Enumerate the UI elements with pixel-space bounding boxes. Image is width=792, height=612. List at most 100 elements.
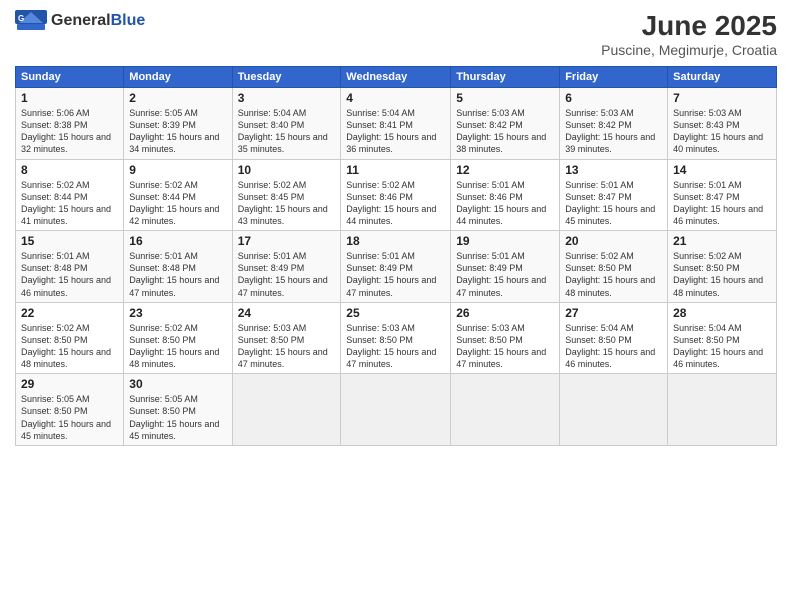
- day-number: 2: [129, 91, 226, 105]
- col-wednesday: Wednesday: [341, 67, 451, 88]
- table-row: 10 Sunrise: 5:02 AMSunset: 8:45 PMDayligh…: [232, 159, 341, 231]
- table-row: 6 Sunrise: 5:03 AMSunset: 8:42 PMDaylight…: [560, 88, 668, 160]
- col-thursday: Thursday: [451, 67, 560, 88]
- day-number: 10: [238, 163, 336, 177]
- logo-blue: Blue: [111, 12, 146, 29]
- table-row: 3 Sunrise: 5:04 AMSunset: 8:40 PMDaylight…: [232, 88, 341, 160]
- table-row: 7Sunrise: 5:03 AMSunset: 8:43 PMDaylight…: [668, 88, 777, 160]
- day-number: 25: [346, 306, 445, 320]
- day-number: 5: [456, 91, 554, 105]
- day-info: Sunrise: 5:02 AMSunset: 8:44 PMDaylight:…: [21, 179, 118, 228]
- title-block: June 2025 Puscine, Megimurje, Croatia: [601, 10, 777, 58]
- day-number: 30: [129, 377, 226, 391]
- day-number: 28: [673, 306, 771, 320]
- day-info: Sunrise: 5:03 AMSunset: 8:50 PMDaylight:…: [346, 322, 445, 371]
- day-info: Sunrise: 5:02 AMSunset: 8:45 PMDaylight:…: [238, 179, 336, 228]
- svg-text:G: G: [18, 14, 24, 23]
- day-info: Sunrise: 5:01 AMSunset: 8:48 PMDaylight:…: [129, 250, 226, 299]
- col-saturday: Saturday: [668, 67, 777, 88]
- logo-general: General: [51, 12, 111, 29]
- day-number: 18: [346, 234, 445, 248]
- table-row: 22 Sunrise: 5:02 AMSunset: 8:50 PMDayligh…: [16, 302, 124, 374]
- day-number: 26: [456, 306, 554, 320]
- table-row: 28 Sunrise: 5:04 AMSunset: 8:50 PMDayligh…: [668, 302, 777, 374]
- table-row: 13 Sunrise: 5:01 AMSunset: 8:47 PMDayligh…: [560, 159, 668, 231]
- day-info: Sunrise: 5:06 AMSunset: 8:38 PMDaylight:…: [21, 107, 118, 156]
- calendar-subtitle: Puscine, Megimurje, Croatia: [601, 42, 777, 58]
- table-row: 19 Sunrise: 5:01 AMSunset: 8:49 PMDayligh…: [451, 231, 560, 303]
- day-number: 3: [238, 91, 336, 105]
- table-row: [232, 374, 341, 446]
- table-row: 8 Sunrise: 5:02 AMSunset: 8:44 PMDaylight…: [16, 159, 124, 231]
- table-row: 30 Sunrise: 5:05 AMSunset: 8:50 PMDayligh…: [124, 374, 232, 446]
- table-row: 27 Sunrise: 5:04 AMSunset: 8:50 PMDayligh…: [560, 302, 668, 374]
- day-number: 17: [238, 234, 336, 248]
- day-info: Sunrise: 5:03 AMSunset: 8:42 PMDaylight:…: [456, 107, 554, 156]
- day-info: Sunrise: 5:02 AMSunset: 8:50 PMDaylight:…: [129, 322, 226, 371]
- day-info: Sunrise: 5:05 AMSunset: 8:39 PMDaylight:…: [129, 107, 226, 156]
- table-row: 20 Sunrise: 5:02 AMSunset: 8:50 PMDayligh…: [560, 231, 668, 303]
- table-row: 16 Sunrise: 5:01 AMSunset: 8:48 PMDayligh…: [124, 231, 232, 303]
- table-row: [341, 374, 451, 446]
- day-number: 19: [456, 234, 554, 248]
- day-number: 22: [21, 306, 118, 320]
- day-number: 12: [456, 163, 554, 177]
- day-info: Sunrise: 5:04 AMSunset: 8:41 PMDaylight:…: [346, 107, 445, 156]
- table-row: 14 Sunrise: 5:01 AMSunset: 8:47 PMDayligh…: [668, 159, 777, 231]
- day-number: 9: [129, 163, 226, 177]
- day-number: 1: [21, 91, 118, 105]
- table-row: [668, 374, 777, 446]
- day-info: Sunrise: 5:04 AMSunset: 8:40 PMDaylight:…: [238, 107, 336, 156]
- table-row: 25 Sunrise: 5:03 AMSunset: 8:50 PMDayligh…: [341, 302, 451, 374]
- day-info: Sunrise: 5:05 AMSunset: 8:50 PMDaylight:…: [21, 393, 118, 442]
- day-info: Sunrise: 5:02 AMSunset: 8:46 PMDaylight:…: [346, 179, 445, 228]
- day-number: 8: [21, 163, 118, 177]
- day-number: 15: [21, 234, 118, 248]
- day-number: 4: [346, 91, 445, 105]
- day-info: Sunrise: 5:01 AMSunset: 8:49 PMDaylight:…: [346, 250, 445, 299]
- day-info: Sunrise: 5:05 AMSunset: 8:50 PMDaylight:…: [129, 393, 226, 442]
- day-info: Sunrise: 5:02 AMSunset: 8:44 PMDaylight:…: [129, 179, 226, 228]
- table-row: 1 Sunrise: 5:06 AMSunset: 8:38 PMDaylight…: [16, 88, 124, 160]
- table-row: 17Sunrise: 5:01 AMSunset: 8:49 PMDayligh…: [232, 231, 341, 303]
- calendar-table: Sunday Monday Tuesday Wednesday Thursday…: [15, 66, 777, 446]
- table-row: 23 Sunrise: 5:02 AMSunset: 8:50 PMDayligh…: [124, 302, 232, 374]
- table-row: 18 Sunrise: 5:01 AMSunset: 8:49 PMDayligh…: [341, 231, 451, 303]
- day-info: Sunrise: 5:02 AMSunset: 8:50 PMDaylight:…: [673, 250, 771, 299]
- day-number: 27: [565, 306, 662, 320]
- table-row: 21Sunrise: 5:02 AMSunset: 8:50 PMDayligh…: [668, 231, 777, 303]
- day-info: Sunrise: 5:01 AMSunset: 8:47 PMDaylight:…: [673, 179, 771, 228]
- day-info: Sunrise: 5:03 AMSunset: 8:50 PMDaylight:…: [238, 322, 336, 371]
- logo: G GeneralBlue: [15, 10, 145, 32]
- day-info: Sunrise: 5:04 AMSunset: 8:50 PMDaylight:…: [673, 322, 771, 371]
- table-row: 15 Sunrise: 5:01 AMSunset: 8:48 PMDayligh…: [16, 231, 124, 303]
- table-row: 4 Sunrise: 5:04 AMSunset: 8:41 PMDaylight…: [341, 88, 451, 160]
- table-row: [560, 374, 668, 446]
- calendar-page: G GeneralBlue June 2025 Puscine, Megimur…: [0, 0, 792, 612]
- day-number: 14: [673, 163, 771, 177]
- day-number: 16: [129, 234, 226, 248]
- col-friday: Friday: [560, 67, 668, 88]
- day-number: 23: [129, 306, 226, 320]
- day-info: Sunrise: 5:01 AMSunset: 8:46 PMDaylight:…: [456, 179, 554, 228]
- day-info: Sunrise: 5:02 AMSunset: 8:50 PMDaylight:…: [565, 250, 662, 299]
- day-info: Sunrise: 5:02 AMSunset: 8:50 PMDaylight:…: [21, 322, 118, 371]
- day-number: 11: [346, 163, 445, 177]
- col-monday: Monday: [124, 67, 232, 88]
- day-info: Sunrise: 5:01 AMSunset: 8:49 PMDaylight:…: [456, 250, 554, 299]
- day-number: 13: [565, 163, 662, 177]
- table-row: 12 Sunrise: 5:01 AMSunset: 8:46 PMDayligh…: [451, 159, 560, 231]
- day-info: Sunrise: 5:01 AMSunset: 8:48 PMDaylight:…: [21, 250, 118, 299]
- table-row: 5 Sunrise: 5:03 AMSunset: 8:42 PMDaylight…: [451, 88, 560, 160]
- day-info: Sunrise: 5:01 AMSunset: 8:47 PMDaylight:…: [565, 179, 662, 228]
- col-tuesday: Tuesday: [232, 67, 341, 88]
- day-number: 20: [565, 234, 662, 248]
- table-row: 2 Sunrise: 5:05 AMSunset: 8:39 PMDaylight…: [124, 88, 232, 160]
- day-number: 6: [565, 91, 662, 105]
- day-info: Sunrise: 5:03 AMSunset: 8:42 PMDaylight:…: [565, 107, 662, 156]
- day-info: Sunrise: 5:04 AMSunset: 8:50 PMDaylight:…: [565, 322, 662, 371]
- calendar-header-row: Sunday Monday Tuesday Wednesday Thursday…: [16, 67, 777, 88]
- logo-icon: G: [15, 10, 47, 32]
- table-row: 29Sunrise: 5:05 AMSunset: 8:50 PMDayligh…: [16, 374, 124, 446]
- table-row: 9 Sunrise: 5:02 AMSunset: 8:44 PMDaylight…: [124, 159, 232, 231]
